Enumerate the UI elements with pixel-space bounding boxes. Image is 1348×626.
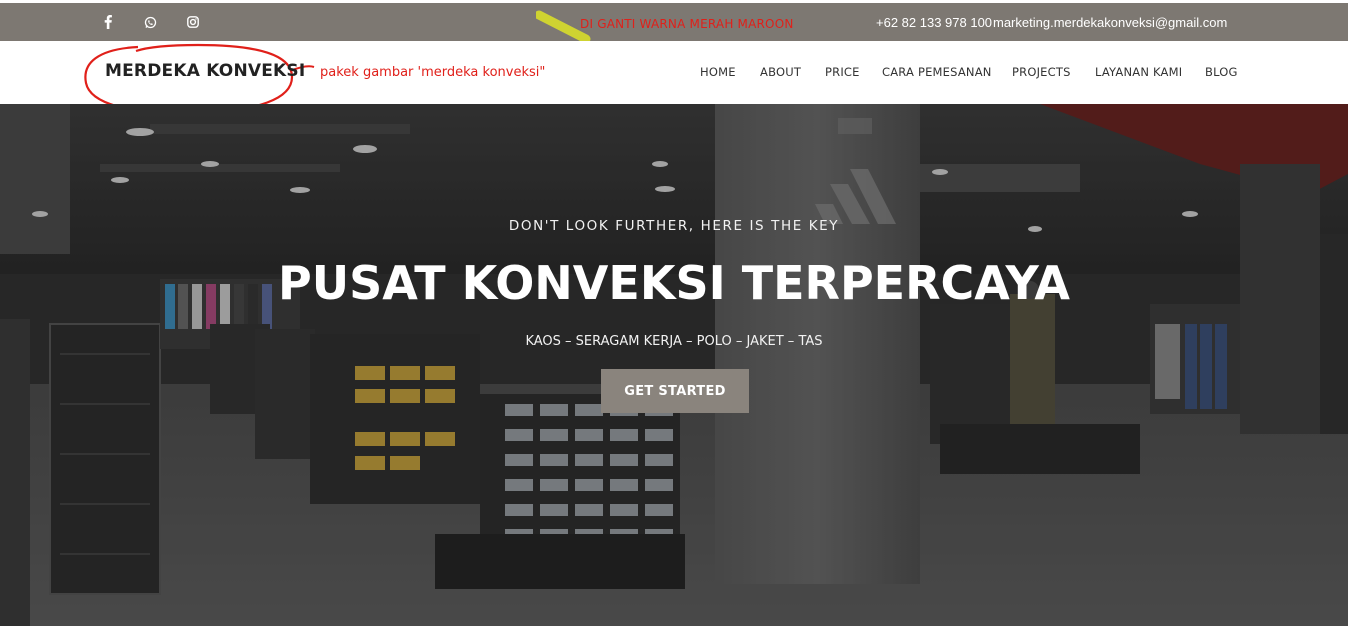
main-navbar: MERDEKA KONVEKSI pakek gambar 'merdeka k…	[0, 41, 1348, 115]
nav-about[interactable]: ABOUT	[760, 65, 801, 79]
hero-subtitle: KAOS – SERAGAM KERJA – POLO – JAKET – TA…	[525, 334, 823, 349]
nav-layanan-kami[interactable]: LAYANAN KAMI	[1095, 65, 1182, 79]
nav-projects[interactable]: PROJECTS	[1012, 65, 1071, 79]
get-started-button[interactable]: GET STARTED	[601, 369, 749, 413]
hero-overlay	[0, 104, 1348, 626]
site-logo[interactable]: MERDEKA KONVEKSI	[105, 61, 305, 81]
nav-cara-pemesanan[interactable]: CARA PEMESANAN	[882, 65, 992, 79]
hero-kicker: DON'T LOOK FURTHER, HERE IS THE KEY	[508, 218, 840, 234]
nav-price[interactable]: PRICE	[825, 65, 860, 79]
facebook-icon[interactable]	[98, 3, 118, 41]
color-change-annotation: DI GANTI WARNA MERAH MAROON	[580, 17, 794, 31]
nav-home[interactable]: HOME	[700, 65, 736, 79]
nav-blog[interactable]: BLOG	[1205, 65, 1238, 79]
hero-title: PUSAT KONVEKSI TERPERCAYA	[278, 256, 1070, 310]
phone-number[interactable]: +62 82 133 978 100	[876, 3, 992, 41]
hero-section: DON'T LOOK FURTHER, HERE IS THE KEY PUSA…	[0, 104, 1348, 626]
whatsapp-icon[interactable]	[140, 3, 160, 41]
top-bar: DI GANTI WARNA MERAH MAROON +62 82 133 9…	[0, 3, 1348, 44]
instagram-icon[interactable]	[183, 3, 203, 41]
email-address[interactable]: marketing.merdekakonveksi@gmail.com	[993, 3, 1227, 41]
logo-note-annotation: pakek gambar 'merdeka konveksi"	[320, 65, 546, 80]
